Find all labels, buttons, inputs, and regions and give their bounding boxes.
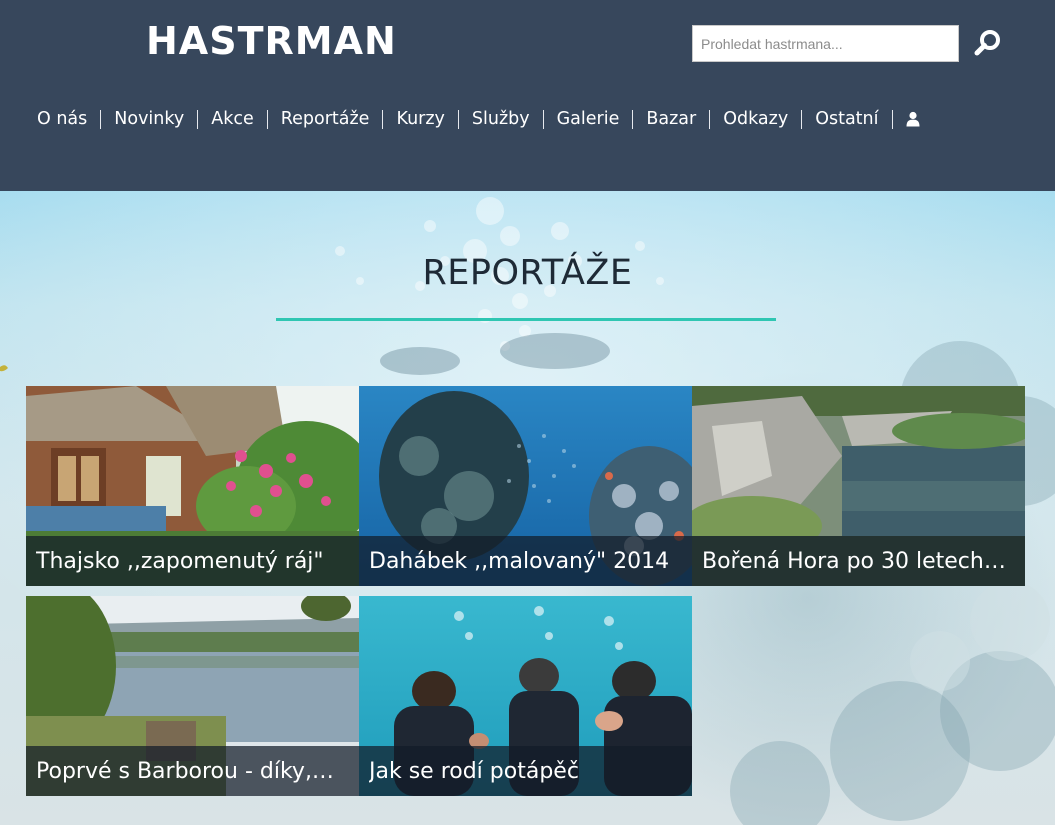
nav-item-galerie[interactable]: Galerie <box>544 104 633 134</box>
nav-item-user[interactable] <box>893 104 933 134</box>
nav-item-kurzy[interactable]: Kurzy <box>383 104 457 134</box>
page-title: REPORTÁŽE <box>422 253 633 293</box>
article-card[interactable]: Jak se rodí potápěč <box>359 596 692 796</box>
card-title[interactable]: Poprvé s Barborou - díky,… <box>36 746 354 796</box>
site-header: HASTRMAN O nás Novinky Akce Reportáže Ku… <box>0 0 1055 191</box>
title-underline <box>276 318 776 321</box>
card-title[interactable]: Thajsko ,,zapomenutý ráj" <box>36 536 354 586</box>
search-button[interactable] <box>972 27 1004 59</box>
nav-item-sluzby[interactable]: Služby <box>459 104 543 134</box>
article-card[interactable]: Bořená Hora po 30 letech… <box>692 386 1025 586</box>
article-card[interactable]: Dahábek ,,malovaný" 2014 <box>359 386 692 586</box>
nav-item-novinky[interactable]: Novinky <box>101 104 197 134</box>
article-card[interactable]: Thajsko ,,zapomenutý ráj" <box>26 386 359 586</box>
site-logo[interactable]: HASTRMAN <box>146 19 397 63</box>
user-icon <box>906 111 919 127</box>
nav-item-o-nas[interactable]: O nás <box>24 104 100 134</box>
card-title[interactable]: Dahábek ,,malovaný" 2014 <box>369 536 687 586</box>
nav-item-ostatni[interactable]: Ostatní <box>802 104 891 134</box>
card-title[interactable]: Bořená Hora po 30 letech… <box>702 536 1020 586</box>
search-icon <box>974 30 1000 56</box>
nav-item-bazar[interactable]: Bazar <box>633 104 709 134</box>
nav-item-akce[interactable]: Akce <box>198 104 267 134</box>
nav-item-reportaze[interactable]: Reportáže <box>268 104 383 134</box>
nav-item-odkazy[interactable]: Odkazy <box>710 104 801 134</box>
main-nav: O nás Novinky Akce Reportáže Kurzy Služb… <box>24 104 933 134</box>
search-input[interactable] <box>692 25 959 62</box>
article-card[interactable]: Poprvé s Barborou - díky,… <box>26 596 359 796</box>
card-title[interactable]: Jak se rodí potápěč <box>369 746 687 796</box>
